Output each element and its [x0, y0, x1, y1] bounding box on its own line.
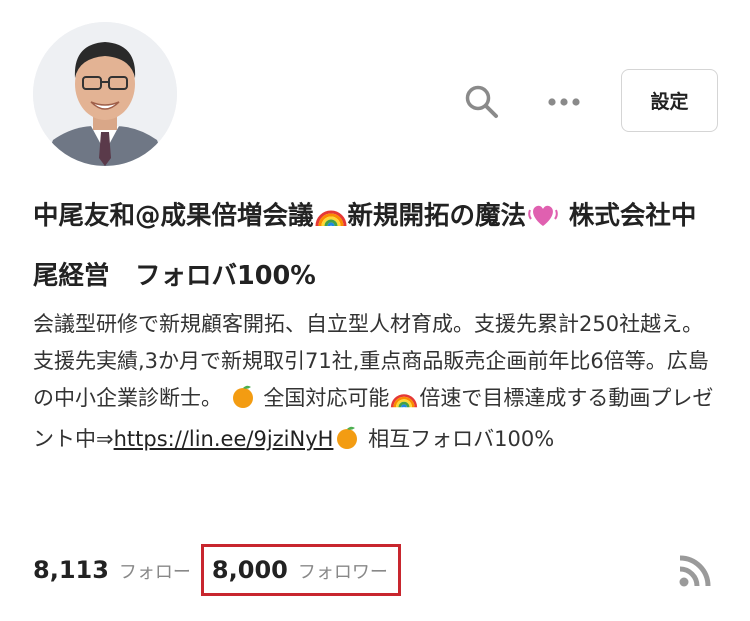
bio-part2: 全国対応可能 [263, 386, 390, 410]
profile-bio: 会議型研修で新規顧客開拓、自立型人材育成。支援先累計250社越え。支援先実績,3… [33, 306, 723, 462]
more-horizontal-icon [548, 98, 580, 106]
bio-link[interactable]: https://lin.ee/9jziNyH [114, 427, 334, 451]
tangerine-icon [334, 424, 360, 462]
profile-name: 中尾友和@成果倍増会議 新規開拓の魔法 株式会社中尾経営 フォロバ100% [33, 188, 713, 304]
following-stat[interactable]: 8,113 フォロー [33, 556, 191, 584]
avatar[interactable] [33, 22, 177, 166]
beating-heart-icon [527, 192, 559, 248]
bio-part4: 相互フォロバ100% [368, 427, 555, 451]
following-count: 8,113 [33, 556, 109, 584]
search-icon [465, 85, 498, 118]
avatar-photo [33, 22, 177, 166]
followers-count: 8,000 [211, 556, 288, 584]
more-options-button[interactable] [544, 84, 584, 120]
profile-name-part2: 新規開拓の魔法 [347, 201, 527, 231]
profile-name-part1: 中尾友和@成果倍増会議 [33, 201, 314, 231]
followers-label: フォロワー [297, 562, 388, 583]
search-button[interactable] [460, 80, 504, 124]
rainbow-icon [315, 192, 347, 248]
rss-button[interactable] [674, 552, 714, 592]
tangerine-icon [230, 383, 256, 421]
follow-stats: 8,113 フォロー 8,000 フォロワー [33, 544, 401, 596]
rss-icon [679, 555, 711, 587]
settings-button[interactable]: 設定 [621, 69, 718, 132]
following-label: フォロー [118, 562, 191, 583]
settings-label: 設定 [650, 91, 689, 113]
followers-stat[interactable]: 8,000 フォロワー [200, 544, 401, 596]
rainbow-icon [390, 384, 418, 421]
